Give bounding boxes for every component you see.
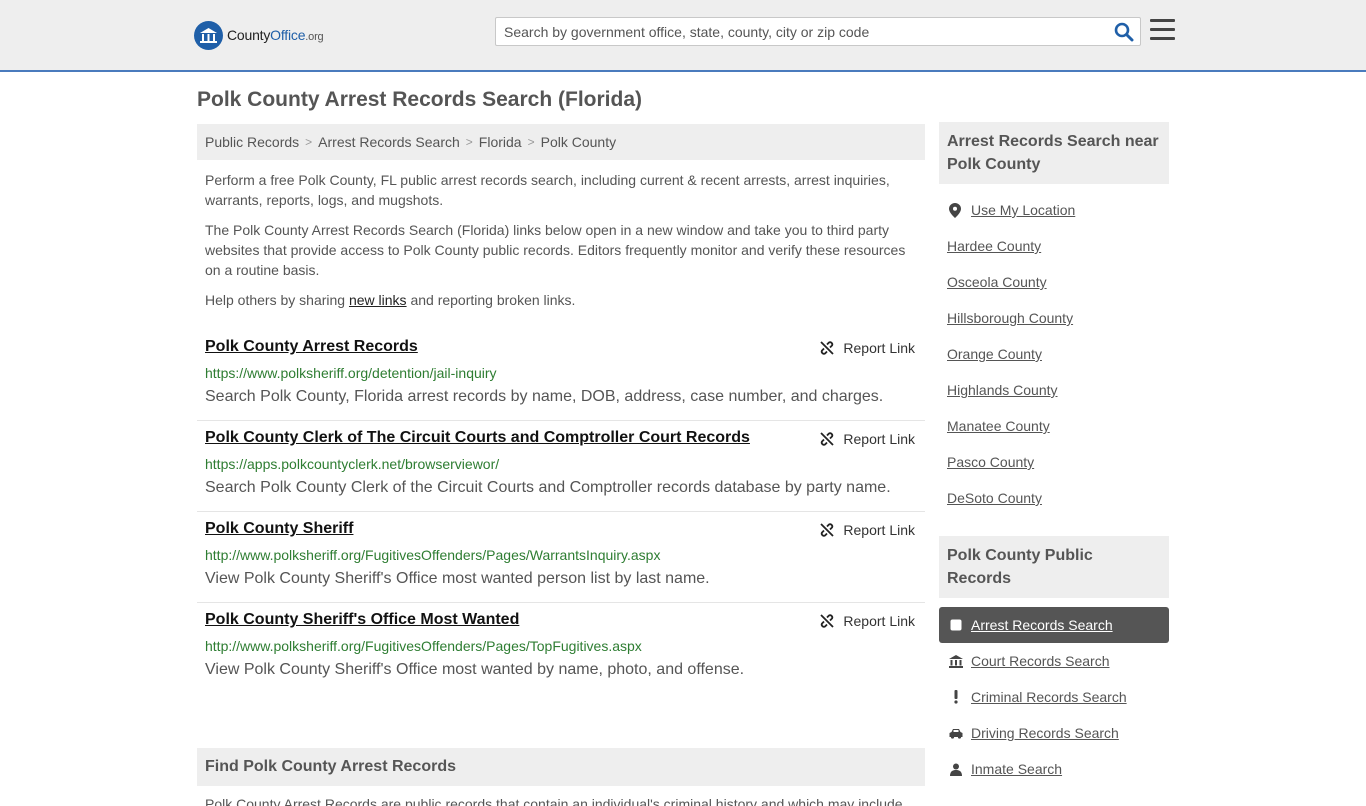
county-link-highlands[interactable]: Highlands County	[947, 382, 1058, 398]
result-url: http://www.polksheriff.org/FugitivesOffe…	[205, 547, 661, 563]
main-content: Public Records > Arrest Records Search >…	[197, 124, 925, 806]
result-item: Polk County Sheriff http://www.polksheri…	[197, 512, 925, 603]
result-title-link[interactable]: Polk County Arrest Records	[205, 338, 917, 360]
court-records-link[interactable]: Court Records Search	[971, 653, 1110, 669]
report-link-button[interactable]: Report Link	[819, 613, 915, 629]
result-url: https://www.polksheriff.org/detention/ja…	[205, 365, 497, 381]
site-search	[495, 17, 1141, 46]
report-link-button[interactable]: Report Link	[819, 340, 915, 356]
sidebar-item-county: Pasco County	[947, 444, 1169, 480]
county-link-desoto[interactable]: DeSoto County	[947, 490, 1042, 506]
result-item: Polk County Clerk of The Circuit Courts …	[197, 421, 925, 512]
car-icon	[949, 728, 963, 739]
intro-text: Perform a free Polk County, FL public ar…	[197, 170, 925, 310]
broken-link-icon	[820, 432, 835, 446]
breadcrumb-separator-icon: >	[527, 135, 535, 149]
sidebar-item-court-records[interactable]: Court Records Search	[939, 643, 1169, 679]
checkbox-icon	[949, 619, 963, 631]
sidebar-item-county: Hardee County	[947, 228, 1169, 264]
sidebar-item-county: Osceola County	[947, 264, 1169, 300]
report-link-button[interactable]: Report Link	[819, 431, 915, 447]
breadcrumb-separator-icon: >	[305, 135, 313, 149]
search-input[interactable]	[496, 18, 1106, 45]
result-title-link[interactable]: Polk County Clerk of The Circuit Courts …	[205, 429, 917, 451]
hamburger-menu-icon[interactable]	[1150, 19, 1175, 41]
use-my-location-link[interactable]: Use My Location	[971, 202, 1075, 218]
broken-link-icon	[820, 614, 835, 628]
breadcrumb-separator-icon: >	[465, 135, 473, 149]
result-description: View Polk County Sheriff's Office most w…	[205, 570, 710, 587]
report-link-label: Report Link	[843, 340, 915, 356]
nearby-county-list: Use My Location Hardee County Osceola Co…	[939, 184, 1169, 516]
use-my-location-item: Use My Location	[947, 192, 1169, 228]
public-records-heading: Polk County Public Records	[939, 536, 1169, 598]
search-icon[interactable]	[1114, 22, 1134, 42]
report-link-button[interactable]: Report Link	[819, 522, 915, 538]
sidebar-item-county: DeSoto County	[947, 480, 1169, 516]
breadcrumb: Public Records > Arrest Records Search >…	[197, 124, 925, 160]
intro-paragraph-2: The Polk County Arrest Records Search (F…	[205, 222, 906, 278]
sidebar-item-county: Manatee County	[947, 408, 1169, 444]
report-link-label: Report Link	[843, 613, 915, 629]
result-title-link[interactable]: Polk County Sheriff	[205, 520, 917, 542]
find-records-text: Polk County Arrest Records are public re…	[205, 796, 903, 806]
new-links-link[interactable]: new links	[349, 292, 407, 308]
county-link-hardee[interactable]: Hardee County	[947, 238, 1041, 254]
site-header: CountyOffice.org	[0, 0, 1366, 72]
logo-emblem-icon	[194, 20, 223, 50]
county-link-osceola[interactable]: Osceola County	[947, 274, 1047, 290]
courthouse-icon	[949, 654, 963, 668]
breadcrumb-florida[interactable]: Florida	[479, 134, 522, 150]
driving-records-link[interactable]: Driving Records Search	[971, 725, 1119, 741]
find-records-heading: Find Polk County Arrest Records	[197, 748, 925, 786]
logo-tld: .org	[305, 31, 324, 43]
page-title: Polk County Arrest Records Search (Flori…	[197, 88, 642, 111]
broken-link-icon	[820, 523, 835, 537]
county-link-manatee[interactable]: Manatee County	[947, 418, 1050, 434]
intro-paragraph-3: Help others by sharing new links and rep…	[205, 292, 576, 308]
result-url: https://apps.polkcountyclerk.net/browser…	[205, 456, 500, 472]
criminal-records-link[interactable]: Criminal Records Search	[971, 689, 1127, 705]
county-link-orange[interactable]: Orange County	[947, 346, 1042, 362]
report-link-label: Report Link	[843, 522, 915, 538]
breadcrumb-public-records[interactable]: Public Records	[205, 134, 299, 150]
result-description: Search Polk County Clerk of the Circuit …	[205, 479, 891, 496]
inmate-search-link[interactable]: Inmate Search	[971, 761, 1062, 777]
inmate-icon	[949, 763, 963, 776]
logo-brand-accent: Office	[270, 27, 306, 43]
public-records-list: Arrest Records Search Court Records Sear…	[939, 607, 1169, 787]
county-link-hillsborough[interactable]: Hillsborough County	[947, 310, 1073, 326]
results-list: Polk County Arrest Records https://www.p…	[197, 330, 925, 694]
sidebar: Arrest Records Search near Polk County U…	[939, 122, 1169, 787]
arrest-records-link[interactable]: Arrest Records Search	[971, 617, 1113, 633]
result-title-link[interactable]: Polk County Sheriff's Office Most Wanted	[205, 611, 917, 633]
sidebar-item-county: Hillsborough County	[947, 300, 1169, 336]
intro-paragraph-1: Perform a free Polk County, FL public ar…	[205, 172, 890, 208]
site-logo[interactable]: CountyOffice.org	[194, 20, 324, 50]
result-item: Polk County Sheriff's Office Most Wanted…	[197, 603, 925, 694]
exclamation-icon	[949, 690, 963, 704]
result-item: Polk County Arrest Records https://www.p…	[197, 330, 925, 421]
logo-brand: County	[227, 27, 271, 43]
sidebar-item-county: Orange County	[947, 336, 1169, 372]
result-description: Search Polk County, Florida arrest recor…	[205, 388, 884, 405]
result-description: View Polk County Sheriff's Office most w…	[205, 661, 745, 678]
broken-link-icon	[820, 341, 835, 355]
breadcrumb-arrest-records-search[interactable]: Arrest Records Search	[318, 134, 460, 150]
result-url: http://www.polksheriff.org/FugitivesOffe…	[205, 638, 642, 654]
sidebar-item-inmate-search[interactable]: Inmate Search	[939, 751, 1169, 787]
sidebar-item-criminal-records[interactable]: Criminal Records Search	[939, 679, 1169, 715]
sidebar-item-driving-records[interactable]: Driving Records Search	[939, 715, 1169, 751]
report-link-label: Report Link	[843, 431, 915, 447]
sidebar-item-arrest-records[interactable]: Arrest Records Search	[939, 607, 1169, 643]
sidebar-item-county: Highlands County	[947, 372, 1169, 408]
breadcrumb-polk-county: Polk County	[540, 134, 617, 150]
map-pin-icon	[947, 202, 963, 218]
nearby-heading: Arrest Records Search near Polk County	[939, 122, 1169, 184]
county-link-pasco[interactable]: Pasco County	[947, 454, 1034, 470]
